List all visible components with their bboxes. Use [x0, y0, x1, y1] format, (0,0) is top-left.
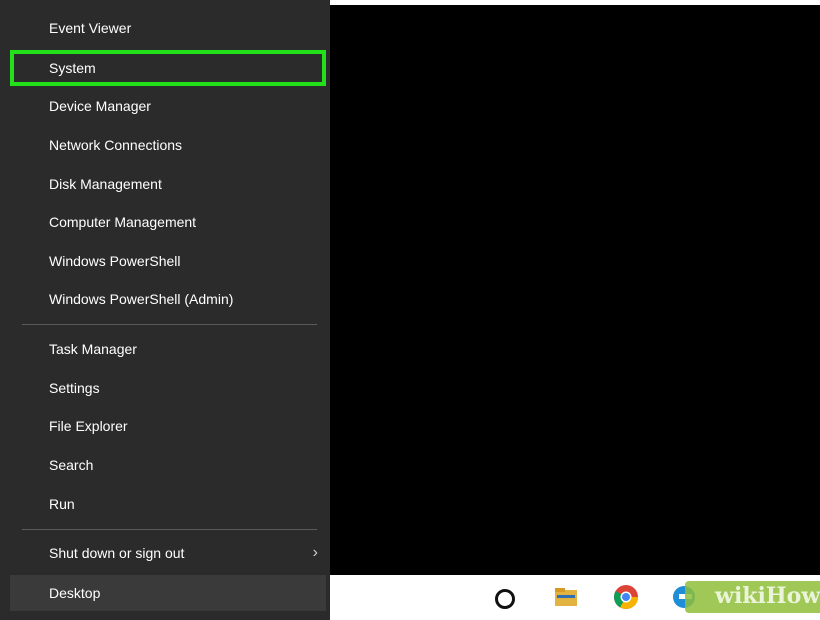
menu-item-disk-management[interactable]: Disk Management [10, 166, 326, 202]
menu-item-event-viewer[interactable]: Event Viewer [10, 10, 326, 46]
menu-item-network-connections[interactable]: Network Connections [10, 127, 326, 163]
menu-item-shut-down[interactable]: Shut down or sign out › [10, 535, 326, 571]
menu-separator [22, 529, 317, 530]
menu-item-windows-powershell-admin[interactable]: Windows PowerShell (Admin) [10, 281, 326, 317]
menu-item-label: Shut down or sign out [49, 545, 185, 561]
menu-item-desktop[interactable]: Desktop [10, 575, 326, 611]
menu-item-file-explorer[interactable]: File Explorer [10, 408, 326, 444]
cortana-icon[interactable] [495, 589, 515, 609]
taskbar: wikiHow [330, 575, 820, 620]
desktop-background [330, 5, 820, 575]
menu-item-task-manager[interactable]: Task Manager [10, 331, 326, 367]
menu-item-device-manager[interactable]: Device Manager [10, 88, 326, 124]
menu-item-settings[interactable]: Settings [10, 370, 326, 406]
wikihow-watermark: wikiHow [685, 581, 820, 613]
menu-item-system[interactable]: System [10, 50, 326, 86]
chevron-right-icon: › [312, 544, 318, 561]
file-explorer-icon[interactable] [552, 583, 580, 611]
menu-item-windows-powershell[interactable]: Windows PowerShell [10, 243, 326, 279]
menu-item-run[interactable]: Run [10, 486, 326, 522]
quick-link-menu: Event Viewer System Device Manager Netwo… [0, 0, 330, 620]
menu-item-computer-management[interactable]: Computer Management [10, 204, 326, 240]
menu-item-search[interactable]: Search [10, 447, 326, 483]
chrome-icon[interactable] [612, 583, 640, 611]
menu-separator [22, 324, 317, 325]
